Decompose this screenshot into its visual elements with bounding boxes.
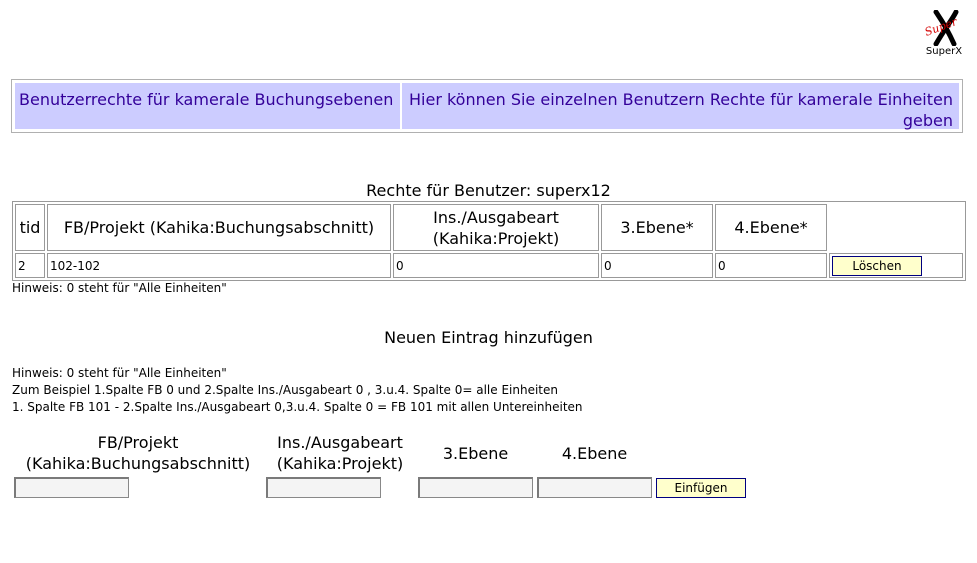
rights-title: Rechte für Benutzer: superx12	[366, 181, 611, 200]
cell-ins: 0	[393, 253, 599, 278]
cell-ebene4: 0	[715, 253, 827, 278]
page-description: Hier können Sie einzelnen Benutzern Rech…	[402, 83, 959, 130]
col-header-actions	[829, 204, 963, 251]
ins-label: Ins./Ausgabeart (Kahika:Projekt)	[276, 433, 404, 473]
add-hint-line-2: Zum Beispiel 1.Spalte FB 0 und 2.Spalte …	[12, 383, 558, 397]
col-header-ins: Ins./Ausgabeart (Kahika:Projekt)	[393, 204, 599, 251]
cell-tid: 2	[15, 253, 45, 278]
col-header-ebene4: 4.Ebene*	[715, 204, 827, 251]
fb-input[interactable]	[14, 477, 129, 498]
ebene4-input[interactable]	[537, 477, 652, 498]
table-row: 2 102-102 0 0 0 Löschen	[15, 253, 963, 278]
delete-button[interactable]: Löschen	[832, 255, 922, 276]
rights-table: tid FB/Projekt (Kahika:Buchungsabschnitt…	[12, 201, 966, 281]
add-hint-line-3: 1. Spalte FB 101 - 2.Spalte Ins./Ausgabe…	[12, 400, 583, 414]
cell-ebene3: 0	[601, 253, 713, 278]
cell-fb: 102-102	[47, 253, 391, 278]
add-entry-title: Neuen Eintrag hinzufügen	[384, 328, 593, 347]
add-button[interactable]: Einfügen	[656, 478, 746, 498]
col-header-fb: FB/Projekt (Kahika:Buchungsabschnitt)	[47, 204, 391, 251]
ins-input[interactable]	[266, 477, 381, 498]
col-header-ebene3: 3.Ebene*	[601, 204, 713, 251]
ebene4-label: 4.Ebene	[561, 444, 628, 463]
page-header: Benutzerrechte für kamerale Buchungseben…	[11, 79, 963, 133]
add-hint-line-1: Hinweis: 0 steht für "Alle Einheiten"	[12, 366, 227, 380]
col-header-tid: tid	[15, 204, 45, 251]
rights-header-row: tid FB/Projekt (Kahika:Buchungsabschnitt…	[15, 204, 963, 251]
page-title: Benutzerrechte für kamerale Buchungseben…	[15, 83, 400, 129]
logo-caption: SuperX	[925, 46, 963, 57]
cell-actions: Löschen	[829, 253, 963, 278]
rights-hint: Hinweis: 0 steht für "Alle Einheiten"	[12, 281, 227, 295]
superx-logo-icon: Super	[923, 10, 960, 46]
superx-logo: Super SuperX	[922, 10, 966, 60]
ebene3-input[interactable]	[418, 477, 533, 498]
ebene3-label: 3.Ebene	[442, 444, 509, 463]
fb-label: FB/Projekt (Kahika:Buchungsabschnitt)	[25, 433, 251, 473]
